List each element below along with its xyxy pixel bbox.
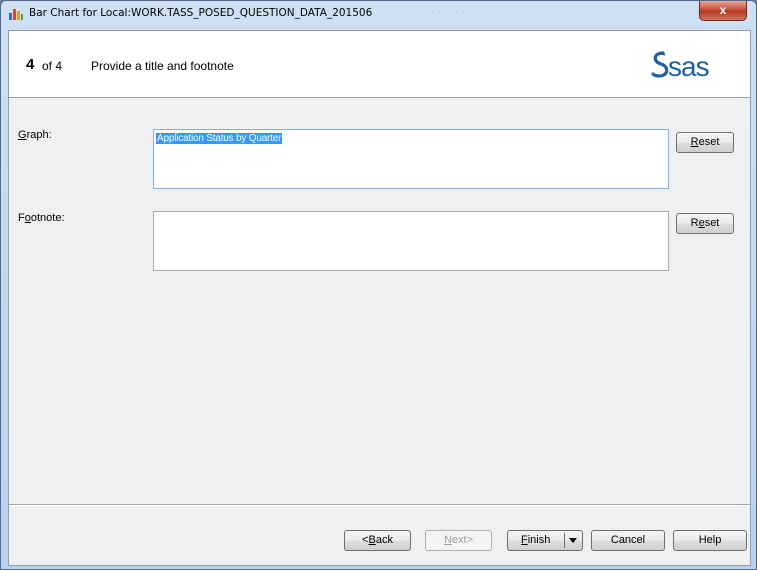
finish-split-divider [564,533,565,548]
graph-title-input[interactable]: Application Status by Quarter [153,129,669,189]
footnote-reset-button[interactable]: Reset [676,213,734,234]
help-button[interactable]: Help [673,530,747,551]
cancel-button[interactable]: Cancel [591,530,665,551]
graph-reset-button[interactable]: Reset [676,132,734,153]
graph-title-value: Application Status by Quarter [156,133,283,144]
step-of-total: of 4 [42,59,63,73]
dialog-client-area: 4 of 4 Provide a title and footnote sas … [8,30,751,566]
sas-logo: sas [651,51,710,82]
dialog-window: Bar Chart for Local:WORK.TASS_POSED_QUES… [0,0,757,570]
window-title: Bar Chart for Local:WORK.TASS_POSED_QUES… [29,7,373,19]
dropdown-arrow-icon[interactable] [569,538,577,543]
step-number: 4 [26,56,35,73]
back-button[interactable]: <Back [344,530,411,551]
footer-separator [9,504,750,506]
footnote-label: Footnote: [18,212,65,224]
bar-chart-icon [9,9,23,20]
next-button[interactable]: Next> [425,530,492,551]
footnote-input[interactable] [153,211,669,271]
title-ghost-text: · · · · · · · · · · · · [413,7,484,18]
finish-button-label: Finish [521,534,551,546]
wizard-header: 4 of 4 Provide a title and footnote sas [9,31,750,98]
sas-logo-text: sas [668,51,709,82]
step-title: Provide a title and footnote [91,59,234,73]
close-button[interactable]: x [699,1,747,21]
graph-label: Graph: [18,129,52,141]
close-icon: x [719,3,727,17]
finish-split-button[interactable]: Finish [507,530,583,551]
title-bar[interactable]: Bar Chart for Local:WORK.TASS_POSED_QUES… [1,1,756,27]
